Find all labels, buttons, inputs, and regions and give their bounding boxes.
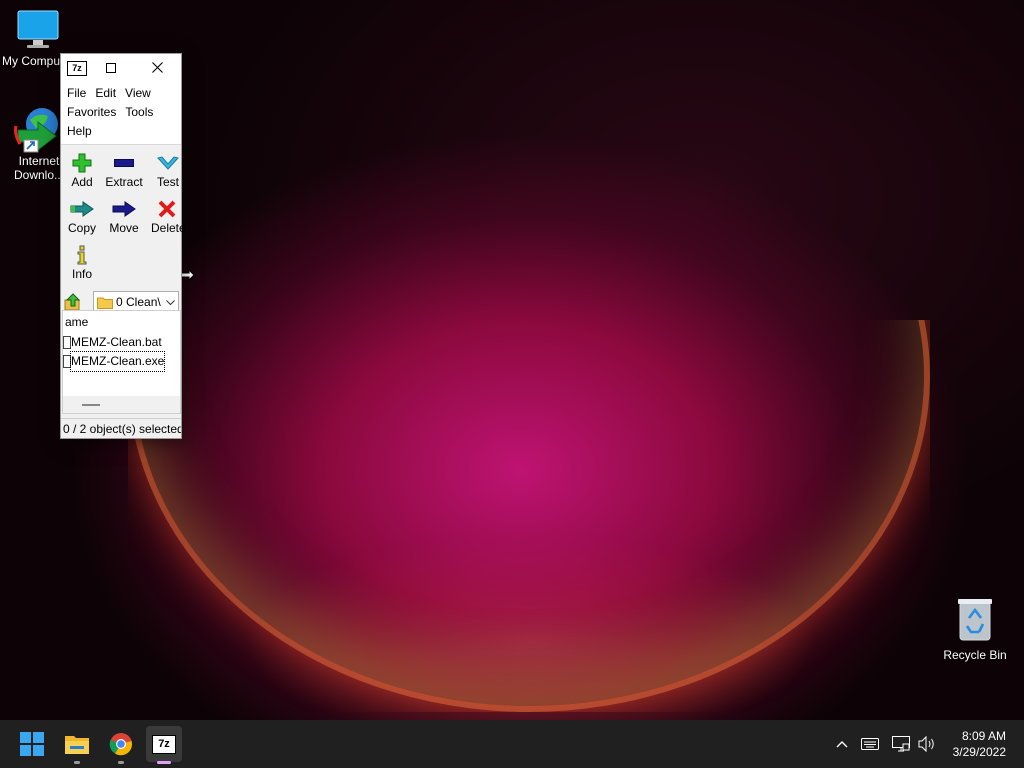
info-icon [77,245,87,265]
7zip-file-manager-window[interactable]: 7z File Edit View Favorites Tools Help Add … [60,53,186,439]
toolbar: Add Extract Test Copy Move Delete Info [61,144,186,288]
list-item[interactable]: MEMZ-Clean.exe [63,351,180,372]
extract-label: Extract [105,175,143,189]
horizontal-scrollbar[interactable] [63,396,180,413]
clock-time: 8:09 AM [961,729,1006,743]
path-text: 0 Clean\ [116,295,161,309]
maximize-button[interactable] [95,54,127,82]
title-bar[interactable]: 7z [61,54,181,82]
move-arrow-icon [112,201,136,217]
globe-download-icon [14,108,58,153]
keyboard-icon[interactable] [861,738,879,750]
chevron-up-icon[interactable] [836,740,848,748]
monitor-icon [17,10,59,48]
folder-icon [97,297,113,309]
maximize-icon [106,63,116,73]
file-explorer-icon [65,736,89,754]
file-name: MEMZ-Clean.bat [71,335,162,349]
add-label: Add [71,175,93,189]
add-button[interactable]: Add [61,151,103,189]
minus-icon [114,159,134,167]
file-list[interactable]: ame MEMZ-Clean.bat MEMZ-Clean.exe [62,310,181,414]
desktop-icon-label: Recycle Bin [943,648,1007,662]
file-explorer-button[interactable] [59,726,95,764]
delete-button[interactable]: Delete [147,197,187,235]
start-icon [20,732,44,756]
scrollbar-thumb[interactable] [82,404,100,406]
test-label: Test [156,175,179,189]
7zip-taskbar-button[interactable]: 7z [146,726,182,764]
copy-button[interactable]: Copy [61,197,103,235]
menu-view[interactable]: View [125,84,151,103]
up-arrow-icon [64,293,81,311]
7zip-app-icon: 7z [67,61,87,76]
clock-date: 3/29/2022 [952,745,1006,759]
move-label: Move [109,221,139,235]
info-label: Info [71,267,92,281]
menu-bar: File Edit View Favorites Tools Help [61,82,181,144]
close-button[interactable] [141,54,173,82]
taskbar: 7z 8:09 AM 3/29/2022 [0,720,1024,768]
system-clock[interactable]: 8:09 AM 3/29/2022 [953,728,1006,760]
menu-edit[interactable]: Edit [95,84,116,103]
menu-file[interactable]: File [67,84,86,103]
menu-tools[interactable]: Tools [125,103,153,122]
close-icon [151,62,163,73]
chevron-down-icon [166,300,175,306]
chrome-icon [109,733,133,756]
network-icon[interactable] [892,736,910,752]
volume-icon[interactable] [918,736,936,752]
start-button[interactable] [14,726,50,762]
copy-label: Copy [67,221,96,235]
delete-x-icon [158,200,176,218]
7zip-icon: 7z [152,734,176,754]
file-name: MEMZ-Clean.exe [69,351,166,372]
file-icon [63,355,71,368]
desktop-icon-recycle-bin[interactable]: Recycle Bin [938,596,1012,662]
chrome-button[interactable] [103,726,139,764]
wallpaper-ring [128,320,930,712]
info-button[interactable]: Info [61,243,103,281]
menu-favorites[interactable]: Favorites [67,103,116,122]
column-header-name[interactable]: ame [63,311,180,333]
recycle-bin-icon [958,599,992,641]
file-icon [63,336,71,349]
extract-button[interactable]: Extract [103,151,145,189]
copy-arrow-icon [70,201,94,217]
delete-label: Delete [151,221,186,235]
plus-icon [72,153,92,173]
move-button[interactable]: Move [103,197,145,235]
menu-help[interactable]: Help [67,122,92,141]
list-item[interactable]: MEMZ-Clean.bat [63,333,180,352]
status-bar: 0 / 2 object(s) selected [61,418,181,438]
test-button[interactable]: Test [147,151,189,189]
checkmark-icon [157,156,179,170]
